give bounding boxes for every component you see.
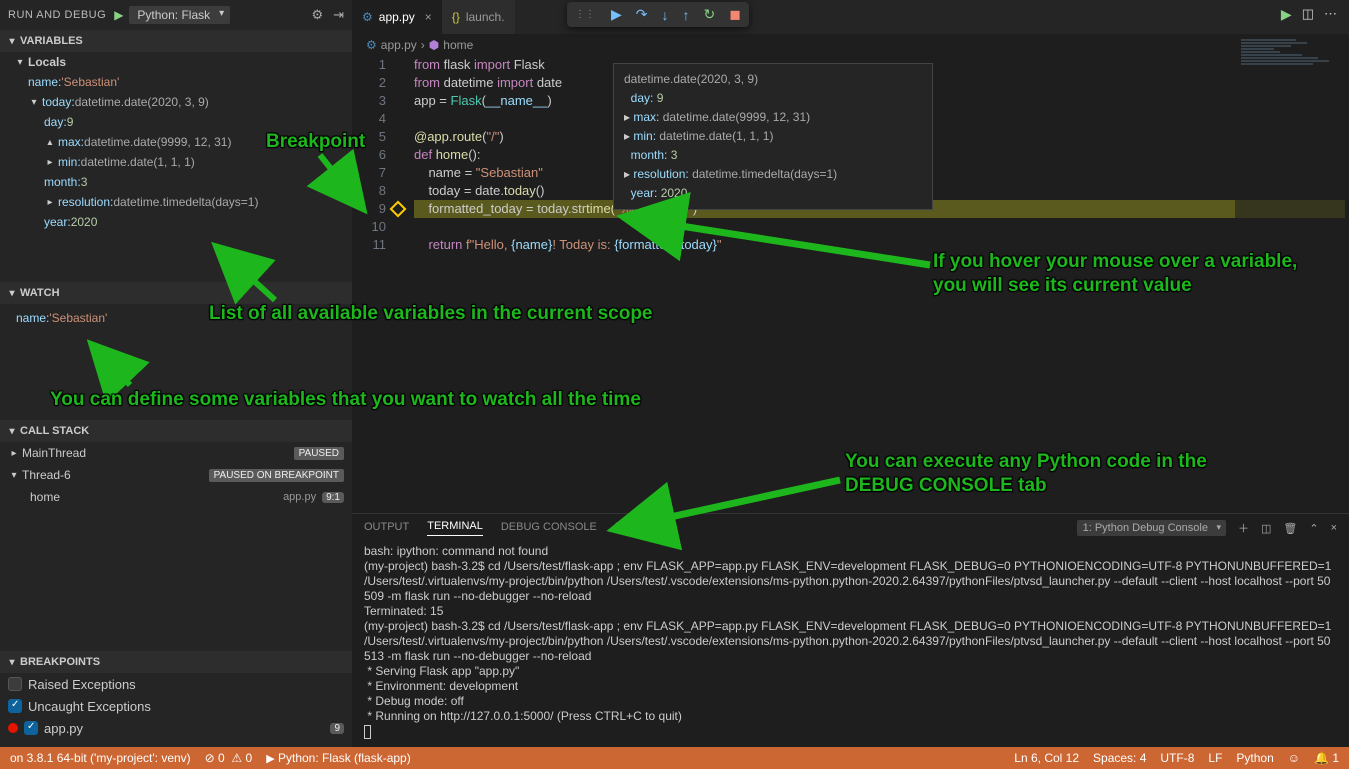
gear-icon[interactable]: ⚙ bbox=[311, 7, 323, 23]
minimap[interactable] bbox=[1235, 38, 1345, 218]
json-file-icon: {} bbox=[452, 10, 460, 24]
sidebar-title: RUN AND DEBUG bbox=[8, 9, 106, 21]
continue-icon[interactable]: ▶ bbox=[611, 6, 622, 23]
step-into-icon[interactable]: ↓ bbox=[662, 7, 669, 23]
run-file-icon[interactable]: ▶ bbox=[1281, 6, 1292, 23]
panel-toggle-icon[interactable]: ⇥ bbox=[333, 7, 344, 23]
trash-icon[interactable]: 🗑 bbox=[1283, 522, 1297, 535]
bell-icon[interactable]: 🔔 1 bbox=[1314, 751, 1339, 765]
var-day[interactable]: day: 9 bbox=[0, 112, 352, 132]
locals-group[interactable]: ▾Locals bbox=[0, 52, 352, 72]
errors-count[interactable]: ⊘ 0 ⚠ 0 bbox=[205, 751, 253, 765]
debug-sidebar: RUN AND DEBUG ▶ Python: Flask ⚙ ⇥ ▾VARIA… bbox=[0, 0, 352, 747]
var-name[interactable]: name: 'Sebastian' bbox=[0, 72, 352, 92]
python-version[interactable]: on 3.8.1 64-bit ('my-project': venv) bbox=[10, 751, 191, 765]
bp-file[interactable]: app.py9 bbox=[0, 717, 352, 739]
split-terminal-icon[interactable]: ◫ bbox=[1261, 522, 1271, 535]
thread-main[interactable]: ▸MainThreadPAUSED bbox=[0, 442, 352, 464]
tab-launch[interactable]: {}launch. bbox=[442, 0, 515, 34]
var-min[interactable]: ▸min: datetime.date(1, 1, 1) bbox=[0, 152, 352, 172]
watch-section-header[interactable]: ▾WATCH bbox=[0, 282, 352, 304]
var-max[interactable]: ▸max: datetime.date(9999, 12, 31) bbox=[0, 132, 352, 152]
close-panel-icon[interactable]: × bbox=[1331, 522, 1337, 534]
step-out-icon[interactable]: ↑ bbox=[683, 7, 690, 23]
checkbox-icon[interactable] bbox=[8, 677, 22, 691]
feedback-icon[interactable]: ☺ bbox=[1288, 751, 1300, 765]
variable-hover-popup: datetime.date(2020, 3, 9) day: 9 ▸ max: … bbox=[613, 63, 933, 210]
variables-section-header[interactable]: ▾VARIABLES bbox=[0, 30, 352, 52]
debug-config-select[interactable]: Python: Flask bbox=[129, 6, 230, 24]
breakpoints-section-header[interactable]: ▾BREAKPOINTS bbox=[0, 651, 352, 673]
python-file-icon: ⚙ bbox=[362, 10, 373, 24]
checkbox-checked-icon[interactable] bbox=[8, 699, 22, 713]
debug-toolbar[interactable]: ⋮⋮ ▶ ↷ ↓ ↑ ↻ ◼ bbox=[567, 2, 749, 27]
breadcrumb[interactable]: ⚙app.py›⬢home bbox=[352, 34, 1349, 56]
cursor-pos[interactable]: Ln 6, Col 12 bbox=[1014, 751, 1079, 765]
tab-problems[interactable]: PROBLEMS bbox=[615, 521, 676, 536]
language-mode[interactable]: Python bbox=[1236, 751, 1273, 765]
tab-output[interactable]: OUTPUT bbox=[364, 521, 409, 536]
maximize-panel-icon[interactable]: ⌃ bbox=[1309, 522, 1318, 535]
start-debug-icon[interactable]: ▶ bbox=[114, 8, 123, 22]
stop-icon[interactable]: ◼ bbox=[729, 6, 741, 23]
bottom-panel: OUTPUT TERMINAL DEBUG CONSOLE PROBLEMS 1… bbox=[352, 513, 1349, 747]
split-editor-icon[interactable]: ◫ bbox=[1302, 6, 1314, 23]
step-over-icon[interactable]: ↷ bbox=[636, 6, 648, 23]
var-year[interactable]: year: 2020 bbox=[0, 212, 352, 232]
indent[interactable]: Spaces: 4 bbox=[1093, 751, 1146, 765]
bp-raised[interactable]: Raised Exceptions bbox=[0, 673, 352, 695]
python-file-icon: ⚙ bbox=[366, 38, 377, 52]
tab-app-py[interactable]: ⚙app.py× bbox=[352, 0, 442, 34]
watch-expr[interactable]: name: 'Sebastian' bbox=[12, 308, 340, 328]
terminal-output[interactable]: bash: ipython: command not found (my-pro… bbox=[352, 542, 1349, 747]
new-terminal-icon[interactable]: ＋ bbox=[1238, 520, 1249, 536]
close-icon[interactable]: × bbox=[425, 10, 432, 24]
callstack-section-header[interactable]: ▾CALL STACK bbox=[0, 420, 352, 442]
more-actions-icon[interactable]: ⋯ bbox=[1324, 6, 1337, 23]
stack-frame[interactable]: homeapp.py9:1 bbox=[0, 486, 352, 508]
status-bar: on 3.8.1 64-bit ('my-project': venv) ⊘ 0… bbox=[0, 747, 1349, 769]
tab-terminal[interactable]: TERMINAL bbox=[427, 520, 483, 536]
function-icon: ⬢ bbox=[429, 38, 439, 52]
eol[interactable]: LF bbox=[1208, 751, 1222, 765]
grip-icon[interactable]: ⋮⋮ bbox=[575, 9, 595, 20]
encoding[interactable]: UTF-8 bbox=[1160, 751, 1194, 765]
var-resolution[interactable]: ▸resolution: datetime.timedelta(days=1) bbox=[0, 192, 352, 212]
bp-uncaught[interactable]: Uncaught Exceptions bbox=[0, 695, 352, 717]
thread-6[interactable]: ▾Thread-6PAUSED ON BREAKPOINT bbox=[0, 464, 352, 486]
debug-target[interactable]: ▶ Python: Flask (flask-app) bbox=[266, 751, 411, 765]
var-today[interactable]: ▾today: datetime.date(2020, 3, 9) bbox=[0, 92, 352, 112]
checkbox-checked-icon[interactable] bbox=[24, 721, 38, 735]
tab-debug-console[interactable]: DEBUG CONSOLE bbox=[501, 521, 597, 536]
breakpoint-dot-icon bbox=[8, 723, 18, 733]
var-month[interactable]: month: 3 bbox=[0, 172, 352, 192]
terminal-select[interactable]: 1: Python Debug Console bbox=[1077, 520, 1226, 536]
restart-icon[interactable]: ↻ bbox=[704, 6, 716, 23]
